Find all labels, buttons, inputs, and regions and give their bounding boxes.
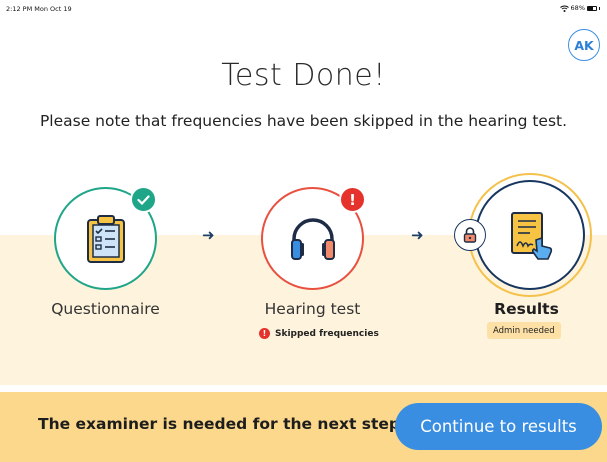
warning-dot-icon: ! — [259, 328, 270, 339]
page-subtitle: Please note that frequencies have been s… — [39, 112, 568, 130]
wifi-icon — [559, 5, 569, 12]
battery-icon — [587, 5, 597, 11]
status-bar: 2:12 PM Mon Oct 19 68% — [0, 0, 607, 16]
continue-to-results-button[interactable]: Continue to results — [395, 403, 602, 450]
skipped-frequencies-text: Skipped frequencies — [275, 328, 379, 339]
step-label-results: Results — [494, 300, 559, 318]
arrow-right-icon: ➜ — [411, 226, 424, 244]
warning-alert-icon: ! — [339, 186, 366, 213]
clipboard-checklist-icon — [86, 214, 125, 263]
status-indicators: 68% — [559, 4, 600, 12]
battery-percent: 68% — [570, 4, 585, 12]
arrow-right-icon: ➜ — [202, 226, 215, 244]
skipped-frequencies-note: ! Skipped frequencies — [259, 328, 379, 339]
user-avatar[interactable]: AK — [568, 29, 600, 61]
lock-icon — [454, 219, 486, 251]
step-label-questionnaire: Questionnaire — [51, 300, 160, 318]
step-label-hearing-test: Hearing test — [264, 300, 361, 318]
complete-check-icon — [130, 186, 157, 213]
signed-document-icon — [511, 212, 553, 260]
footer-message: The examiner is needed for the next step — [38, 415, 401, 433]
step-results[interactable] — [475, 180, 585, 290]
status-time: 2:12 PM Mon Oct 19 — [6, 5, 72, 13]
headphones-icon — [290, 217, 335, 260]
page-title: Test Done! — [221, 58, 386, 93]
admin-needed-tag: Admin needed — [487, 322, 561, 339]
